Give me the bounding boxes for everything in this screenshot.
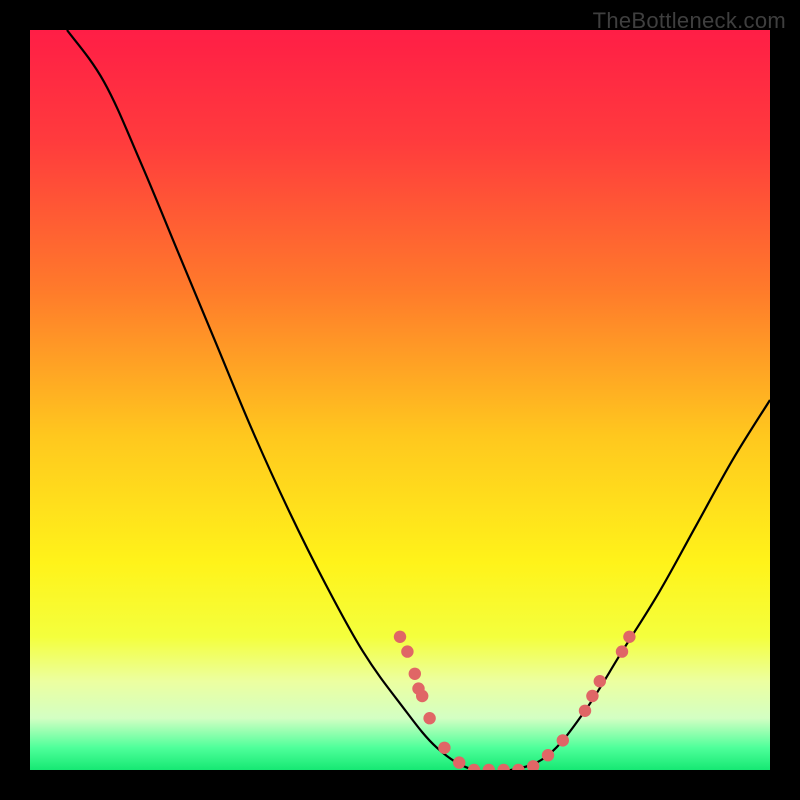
data-dot: [416, 690, 428, 702]
data-dot: [453, 756, 465, 768]
data-dot: [557, 734, 569, 746]
data-dot: [579, 705, 591, 717]
chart-background: [30, 30, 770, 770]
data-dot: [401, 645, 413, 657]
data-dot: [623, 631, 635, 643]
data-dot: [594, 675, 606, 687]
data-dot: [423, 712, 435, 724]
data-dot: [438, 742, 450, 754]
data-dot: [542, 749, 554, 761]
bottleneck-chart: [30, 30, 770, 770]
watermark-text: TheBottleneck.com: [593, 8, 786, 34]
data-dot: [586, 690, 598, 702]
data-dot: [616, 645, 628, 657]
data-dot: [409, 668, 421, 680]
data-dot: [394, 631, 406, 643]
chart-container: TheBottleneck.com: [0, 0, 800, 800]
